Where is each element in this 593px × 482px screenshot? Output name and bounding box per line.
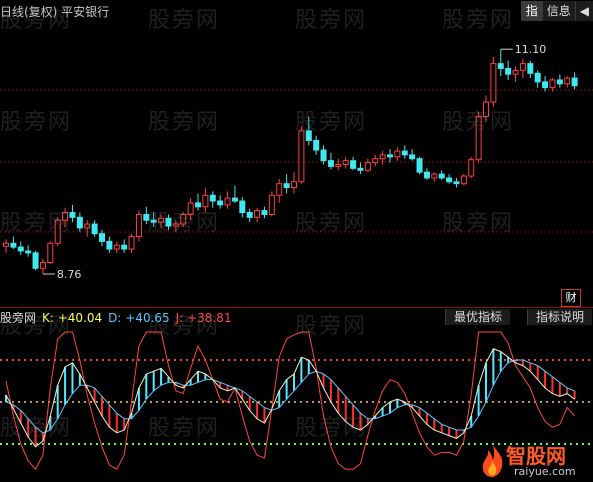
candle-down <box>143 213 150 221</box>
d-value: D: +40.65 <box>108 311 170 325</box>
candle-down <box>10 242 17 248</box>
top-buttons: 指 信息 ◀ <box>520 0 593 22</box>
candle-down <box>195 202 201 208</box>
candle-down <box>99 233 105 242</box>
candle-up <box>187 202 194 215</box>
collapse-arrow-icon[interactable]: ◀ <box>574 1 593 21</box>
candle-down <box>571 77 578 87</box>
candle-down <box>91 223 98 235</box>
candle-down <box>497 63 504 69</box>
candle-down <box>423 171 430 179</box>
candle-down <box>416 158 423 173</box>
panel-divider[interactable] <box>0 307 593 308</box>
candle-down <box>542 81 549 89</box>
candle-up <box>483 101 489 117</box>
candle-up <box>490 63 497 103</box>
info-button[interactable]: 信息 <box>541 1 575 21</box>
candle-down <box>76 216 83 229</box>
candle-down <box>231 197 238 202</box>
candle-down <box>305 130 312 141</box>
candle-up <box>113 244 120 250</box>
price-chart[interactable]: 11.10 8.76 <box>0 22 593 307</box>
candle-up <box>379 154 386 160</box>
candle-down <box>239 200 246 214</box>
candle-down <box>534 72 541 83</box>
candle-down <box>556 79 563 85</box>
candle-up <box>202 194 209 208</box>
candle-down <box>357 167 364 171</box>
candle-up <box>54 219 61 244</box>
candle-down <box>401 150 408 156</box>
logo-url: raiyue.com <box>514 465 576 478</box>
candle-down <box>313 139 320 151</box>
candle-down <box>409 154 416 160</box>
candle-down <box>527 63 534 74</box>
candle-down <box>283 183 290 189</box>
chart-title: 日线(复权) 平安银行 <box>0 5 110 19</box>
candle-down <box>32 252 39 269</box>
candle-down <box>261 210 268 215</box>
best-indicator-button[interactable]: 最优指标 <box>445 309 511 325</box>
candle-up <box>298 130 305 183</box>
candle-up <box>342 160 349 166</box>
candle-down <box>438 173 445 179</box>
k-value: K: +40.04 <box>42 311 103 325</box>
k-line <box>5 348 575 448</box>
candle-down <box>69 212 76 218</box>
candle-up <box>254 210 261 218</box>
candle-up <box>39 261 46 269</box>
high-price-label: 11.10 <box>515 43 547 56</box>
candle-down <box>246 212 253 218</box>
top-bar: 日线(复权) 平安银行 指 信息 ◀ <box>0 0 593 22</box>
candle-down <box>327 160 334 167</box>
candle-up <box>84 223 91 229</box>
candle-up <box>268 194 275 215</box>
candle-down <box>320 149 327 162</box>
candle-up <box>135 213 142 238</box>
candle-down <box>165 217 172 227</box>
candle-up <box>564 77 571 85</box>
candle-down <box>387 154 393 158</box>
candle-up <box>468 159 475 177</box>
candle-up <box>364 162 371 171</box>
candle-down <box>150 219 157 223</box>
indicator-name: 股旁网 <box>0 311 37 325</box>
candle-down <box>121 244 128 250</box>
candle-up <box>291 181 297 189</box>
candle-up <box>394 150 401 158</box>
candle-up <box>475 115 482 161</box>
j-value: J: +38.81 <box>175 311 232 325</box>
candle-up <box>519 63 526 71</box>
candle-up <box>3 242 9 247</box>
candle-down <box>350 160 357 169</box>
candle-up <box>431 173 438 179</box>
indicator-help-button[interactable]: 指标说明 <box>527 309 593 325</box>
candle-up <box>372 158 379 164</box>
candle-down <box>209 194 216 202</box>
candle-down <box>17 246 24 252</box>
candle-up <box>158 217 165 223</box>
candle-down <box>217 200 224 206</box>
candle-up <box>128 236 135 250</box>
candle-down <box>453 181 460 185</box>
site-logo: 智股网 raiyue.com <box>478 440 593 482</box>
candle-up <box>549 79 556 89</box>
candle-up <box>224 197 231 206</box>
candle-down <box>25 250 32 254</box>
candle-down <box>505 67 512 75</box>
candle-up <box>180 213 187 225</box>
flame-icon <box>482 445 503 477</box>
indicator-button[interactable]: 指 <box>520 1 542 21</box>
candle-up <box>276 183 283 196</box>
candle-up <box>62 212 69 221</box>
candle-down <box>106 240 113 250</box>
candle-up <box>512 69 519 75</box>
candle-up <box>335 164 342 167</box>
candle-up <box>172 223 179 227</box>
candle-down <box>446 177 453 183</box>
finance-tag[interactable]: 财 <box>561 289 581 307</box>
low-price-label: 8.76 <box>57 268 82 281</box>
candle-up <box>47 242 54 263</box>
candle-up <box>460 175 467 185</box>
